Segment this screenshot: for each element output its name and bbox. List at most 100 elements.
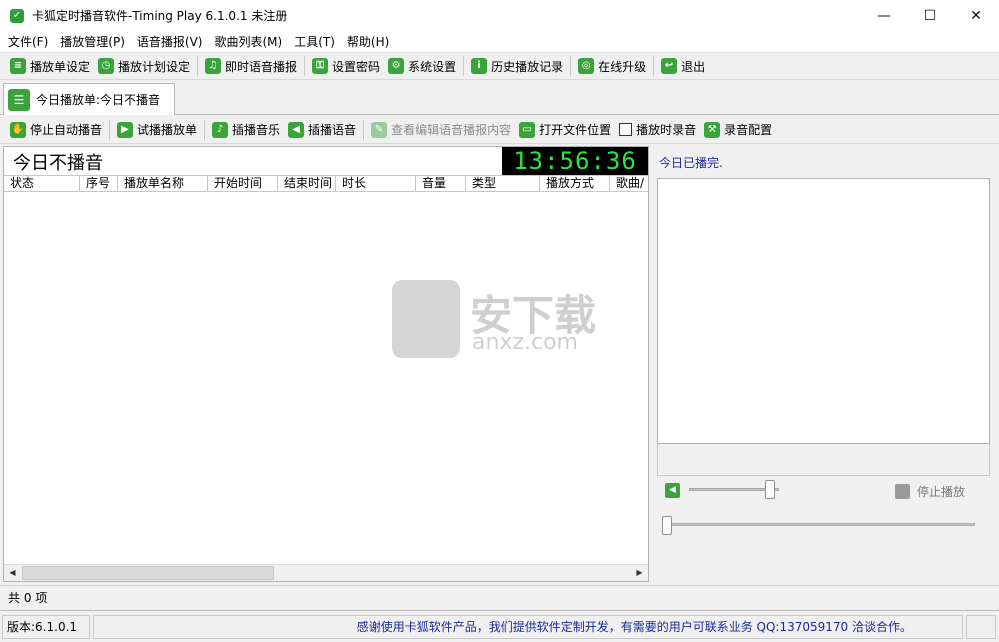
close-button[interactable]: ✕ xyxy=(953,0,999,31)
column-header-duration[interactable]: 时长 xyxy=(336,176,416,191)
horizontal-scrollbar[interactable]: ◀ ▶ xyxy=(4,564,648,581)
thanks-message: 感谢使用卡狐软件产品，我们提供软件定制开发，有需要的用户可联系业务 QQ:137… xyxy=(93,615,963,639)
column-header-status[interactable]: 状态 xyxy=(4,176,80,191)
plan-setup-label: 播放计划设定 xyxy=(118,59,191,74)
exit-label: 退出 xyxy=(681,59,706,74)
panel-header: 今日不播音 13:56:36 xyxy=(4,147,648,175)
scroll-left-arrow-icon[interactable]: ◀ xyxy=(4,565,21,581)
insert-music-button[interactable]: ♪ 插播音乐 xyxy=(208,119,284,141)
bell-icon: ♫ xyxy=(205,58,222,74)
trial-play-label: 试播播放单 xyxy=(137,123,198,137)
exit-button[interactable]: ↩ 退出 xyxy=(657,55,709,77)
status-bar: 版本:6.1.0.1 感谢使用卡狐软件产品，我们提供软件定制开发，有需要的用户可… xyxy=(0,610,999,642)
item-count: 共 0 项 xyxy=(8,591,48,605)
toolbar-separator xyxy=(570,56,572,76)
stop-auto-button[interactable]: ✋ 停止自动播音 xyxy=(6,119,106,141)
volume-slider-thumb[interactable] xyxy=(765,480,775,499)
stop-playback-button[interactable]: 停止播放 xyxy=(895,483,965,500)
digital-clock: 13:56:36 xyxy=(502,147,648,175)
column-header-end[interactable]: 结束时间 xyxy=(278,176,336,191)
progress-slider-track[interactable] xyxy=(667,523,975,526)
stop-icon xyxy=(895,484,910,499)
online-upgrade-label: 在线升级 xyxy=(598,59,647,74)
tab-strip: ☰ 今日播放单:今日不播音 xyxy=(0,81,999,115)
status-bar-grip xyxy=(966,615,996,639)
system-settings-label: 系统设置 xyxy=(408,59,457,74)
column-header-mode[interactable]: 播放方式 xyxy=(540,176,610,191)
stop-playback-label: 停止播放 xyxy=(917,485,966,499)
played-panel: 今日已播完. ◀ 停止播放 xyxy=(651,146,996,582)
history-button[interactable]: i 历史播放记录 xyxy=(467,55,567,77)
progress-slider-thumb[interactable] xyxy=(662,516,672,535)
item-count-bar: 共 0 项 xyxy=(0,585,999,609)
gear-icon: ⚙ xyxy=(388,58,405,74)
view-edit-voice-button[interactable]: ✎ 查看编辑语音播报内容 xyxy=(367,119,515,141)
toolbar-separator xyxy=(363,119,365,140)
column-header-name[interactable]: 播放单名称 xyxy=(118,176,208,191)
history-label: 历史播放记录 xyxy=(491,59,564,74)
maximize-button[interactable]: ☐ xyxy=(907,0,953,31)
scrollbar-thumb[interactable] xyxy=(22,566,274,580)
playlist-setup-button[interactable]: ≡ 播放单设定 xyxy=(6,55,94,77)
play-icon: ▶ xyxy=(117,121,134,138)
played-status-label: 今日已播完. xyxy=(659,156,723,170)
online-upgrade-button[interactable]: ◎ 在线升级 xyxy=(574,55,650,77)
record-on-play-checkbox[interactable]: 播放时录音 xyxy=(615,119,700,141)
minimize-button[interactable]: — xyxy=(861,0,907,31)
playlist-setup-label: 播放单设定 xyxy=(30,59,91,74)
instant-voice-button[interactable]: ♫ 即时语音播报 xyxy=(201,55,301,77)
set-password-button[interactable]: ⚿ 设置密码 xyxy=(308,55,384,77)
insert-music-label: 插播音乐 xyxy=(232,123,281,137)
window-title: 卡狐定时播音软件-Timing Play 6.1.0.1 未注册 xyxy=(32,9,288,23)
key-icon: ⚿ xyxy=(312,58,329,74)
menu-help[interactable]: 帮助(H) xyxy=(341,33,395,50)
insert-voice-button[interactable]: ◀ 插播语音 xyxy=(284,119,360,141)
now-playing-info xyxy=(657,444,990,476)
version-label: 版本:6.1.0.1 xyxy=(2,615,90,639)
column-header-type[interactable]: 类型 xyxy=(466,176,540,191)
speaker-icon: ◀ xyxy=(288,121,305,138)
menu-file[interactable]: 文件(F) xyxy=(2,33,54,50)
toolbar-separator xyxy=(653,56,655,76)
trial-play-button[interactable]: ▶ 试播播放单 xyxy=(113,119,201,141)
app-logo-icon: ✓ xyxy=(10,8,24,23)
scroll-right-arrow-icon[interactable]: ▶ xyxy=(631,565,648,581)
toolbar-separator xyxy=(204,119,206,140)
open-file-location-label: 打开文件位置 xyxy=(539,123,612,137)
column-header-volume[interactable]: 音量 xyxy=(416,176,466,191)
menu-songs[interactable]: 歌曲列表(M) xyxy=(208,33,288,50)
grid-header: 状态 序号 播放单名称 开始时间 结束时间 时长 音量 类型 播放方式 歌曲/ xyxy=(4,175,648,192)
toolbar-separator xyxy=(197,56,199,76)
instant-voice-label: 即时语音播报 xyxy=(225,59,298,74)
schedule-panel: 今日不播音 13:56:36 状态 序号 播放单名称 开始时间 结束时间 时长 … xyxy=(3,146,649,582)
checkbox-box[interactable] xyxy=(619,123,633,136)
menu-voice[interactable]: 语音播报(V) xyxy=(131,33,209,50)
menu-playback[interactable]: 播放管理(P) xyxy=(54,33,131,50)
system-settings-button[interactable]: ⚙ 系统设置 xyxy=(384,55,460,77)
info-icon: i xyxy=(471,58,488,74)
microphone-icon: ⚒ xyxy=(704,121,721,138)
record-config-button[interactable]: ⚒ 录音配置 xyxy=(700,119,776,141)
set-password-label: 设置密码 xyxy=(332,59,381,74)
record-config-label: 录音配置 xyxy=(724,123,773,137)
plan-setup-button[interactable]: ◷ 播放计划设定 xyxy=(94,55,194,77)
window-controls: — ☐ ✕ xyxy=(861,0,999,31)
today-status-title: 今日不播音 xyxy=(13,153,103,174)
playlist-icon: ☰ xyxy=(8,88,30,111)
toolbar-separator xyxy=(304,56,306,76)
column-header-index[interactable]: 序号 xyxy=(80,176,118,191)
insert-voice-label: 插播语音 xyxy=(308,123,357,137)
menu-bar: 文件(F) 播放管理(P) 语音播报(V) 歌曲列表(M) 工具(T) 帮助(H… xyxy=(0,31,999,52)
volume-icon: ◀ xyxy=(665,483,680,498)
hand-icon: ✋ xyxy=(10,121,26,138)
open-file-location-button[interactable]: ▭ 打开文件位置 xyxy=(515,119,615,141)
menu-tools[interactable]: 工具(T) xyxy=(288,33,341,50)
column-header-songs[interactable]: 歌曲/ xyxy=(610,176,648,191)
exit-icon: ↩ xyxy=(661,58,678,74)
view-edit-voice-label: 查看编辑语音播报内容 xyxy=(391,123,512,137)
tab-today-playlist[interactable]: ☰ 今日播放单:今日不播音 xyxy=(3,83,175,115)
column-header-start[interactable]: 开始时间 xyxy=(208,176,278,191)
toolbar-separator xyxy=(463,56,465,76)
pencil-icon: ✎ xyxy=(371,121,388,138)
played-list[interactable] xyxy=(657,178,990,444)
